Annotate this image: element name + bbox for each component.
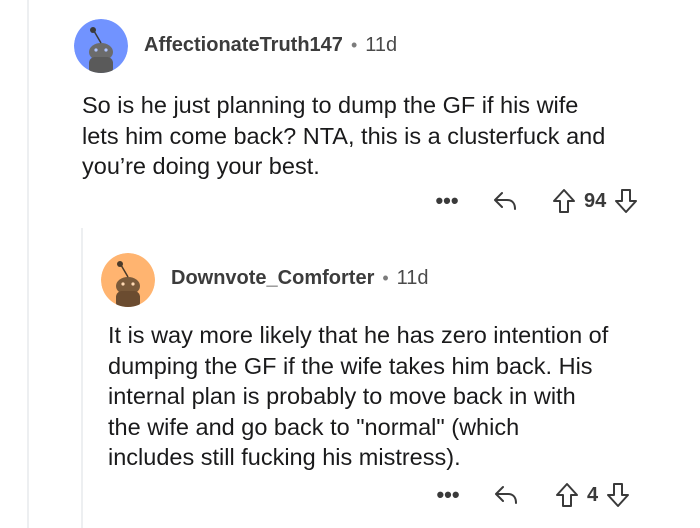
comment-actions: ••• 94 xyxy=(432,186,638,216)
thread-line[interactable] xyxy=(27,0,29,528)
nested-thread-line[interactable] xyxy=(81,228,83,528)
separator-dot: • xyxy=(382,268,389,288)
vote-score: 4 xyxy=(587,483,599,506)
comment-body: It is way more likely that he has zero i… xyxy=(108,322,609,470)
more-options-button[interactable]: ••• xyxy=(432,190,462,212)
username[interactable]: Downvote_Comforter xyxy=(171,267,374,290)
upvote-arrow-icon[interactable] xyxy=(552,188,576,214)
downvote-arrow-icon[interactable] xyxy=(614,188,638,214)
comment-actions: ••• 4 xyxy=(433,480,630,510)
snoo-avatar-icon[interactable] xyxy=(74,19,128,73)
downvote-arrow-icon[interactable] xyxy=(606,482,630,508)
comment-header: Downvote_Comforter • 11d xyxy=(171,267,429,290)
snoo-avatar-icon[interactable] xyxy=(101,253,155,307)
comment-age[interactable]: 11d xyxy=(365,34,397,57)
comment-age[interactable]: 11d xyxy=(397,267,429,290)
comment-thread: AffectionateTruth147 • 11d So is he just… xyxy=(0,0,700,528)
separator-dot: • xyxy=(350,35,358,55)
reply-icon[interactable] xyxy=(493,483,519,507)
more-options-button[interactable]: ••• xyxy=(433,484,463,506)
upvote-arrow-icon[interactable] xyxy=(555,482,579,508)
comment-body: So is he just planning to dump the GF if… xyxy=(82,92,606,179)
comment-header: AffectionateTruth147 • 11d xyxy=(144,34,397,57)
reply-icon[interactable] xyxy=(492,189,518,213)
vote-score: 94 xyxy=(584,189,607,212)
username[interactable]: AffectionateTruth147 xyxy=(144,34,343,57)
